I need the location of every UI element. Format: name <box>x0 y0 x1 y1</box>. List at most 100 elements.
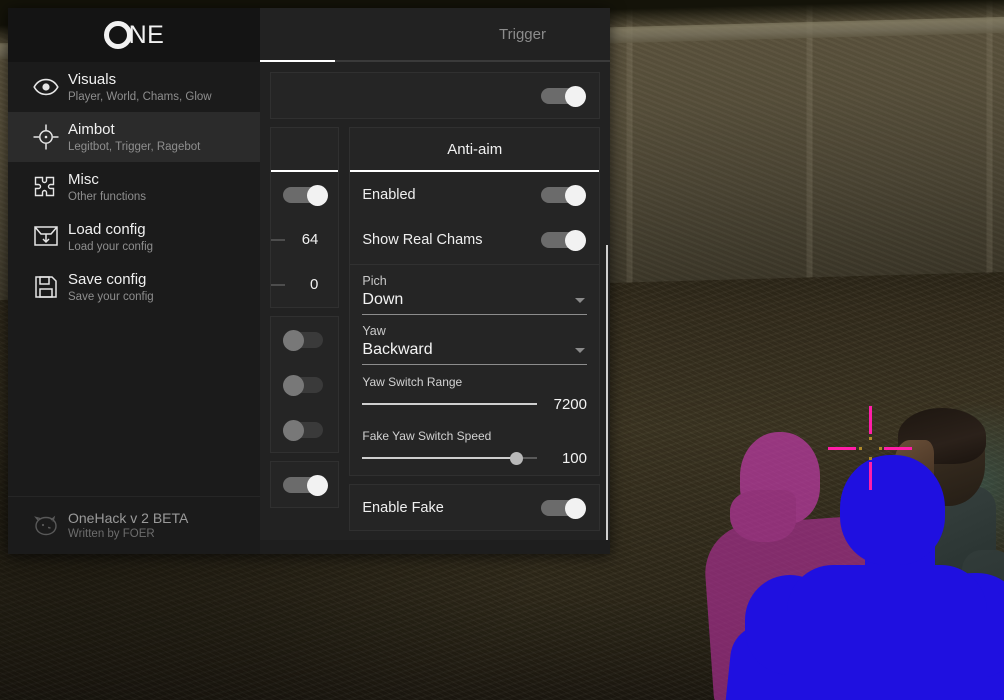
legitbot-row-2 <box>271 362 338 407</box>
legitbot-card: 64 0 <box>270 127 340 308</box>
fake-yaw-switch-speed-slider: Fake Yaw Switch Speed 100 <box>350 421 599 475</box>
legitbot-card-title <box>271 128 339 172</box>
yaw-switch-range-track[interactable] <box>362 394 537 414</box>
legitbot-slider-a[interactable] <box>271 238 285 241</box>
legitbot-slider-b[interactable] <box>271 283 285 286</box>
antiaim-enabled-toggle[interactable] <box>541 184 587 206</box>
sidebar-item-misc[interactable]: Misc Other functions <box>8 162 260 212</box>
antiaim-pitch-value-row[interactable]: Down <box>362 289 587 315</box>
sidebar-item-subtitle: Other functions <box>68 190 146 203</box>
antiaim-pitch-dropdown[interactable]: Pich Down <box>350 267 599 317</box>
antiaim-pitch-value: Down <box>362 291 404 308</box>
fake-yaw-switch-speed-value: 100 <box>561 449 587 467</box>
yaw-switch-range-label: Yaw Switch Range <box>362 375 463 389</box>
sidebar-item-title: Misc <box>68 170 99 188</box>
sidebar-item-title: Visuals <box>68 70 117 88</box>
doge-icon <box>24 514 68 538</box>
sidebar-item-save-config[interactable]: Save config Save your config <box>8 262 260 312</box>
sidebar-item-text: Visuals Player, World, Chams, Glow <box>68 71 212 104</box>
sidebar-item-aimbot[interactable]: Aimbot Legitbot, Trigger, Ragebot <box>8 112 260 162</box>
enable-fake-card: Enable Fake <box>349 484 600 531</box>
top-setting-toggle[interactable] <box>541 85 587 107</box>
antiaim-show-real-chams-row: Show Real Chams <box>350 217 599 262</box>
top-setting-row <box>271 73 599 118</box>
eye-icon <box>24 78 68 96</box>
brand-header: NE <box>8 8 260 62</box>
legitbot-toggle-3[interactable] <box>283 419 329 441</box>
antiaim-yaw-label: Yaw <box>362 324 386 338</box>
content-area: Trigger 64 0 Anti-aim Enabled Show Real … <box>260 8 610 554</box>
legitbot-value-a: 64 <box>301 231 319 248</box>
legitbot-value-row-a: 64 <box>271 217 338 262</box>
sidebar-item-subtitle: Save your config <box>68 290 154 303</box>
sidebar-item-text: Load config Load your config <box>68 221 153 254</box>
antiaim-card: Anti-aim Enabled Show Real Chams Pich Do… <box>349 127 600 476</box>
antiaim-enabled-label: Enabled <box>362 186 416 203</box>
antiaim-show-real-chams-toggle[interactable] <box>541 229 587 251</box>
sidebar-item-title: Aimbot <box>68 120 115 138</box>
sidebar-item-load-config[interactable]: Load config Load your config <box>8 212 260 262</box>
antiaim-pitch-label: Pich <box>362 274 387 288</box>
sidebar-item-subtitle: Legitbot, Trigger, Ragebot <box>68 140 201 153</box>
download-icon <box>24 225 68 249</box>
sidebar-item-title: Save config <box>68 270 147 288</box>
sidebar-item-text: Aimbot Legitbot, Trigger, Ragebot <box>68 121 200 154</box>
logo-ring-icon <box>103 21 132 49</box>
fake-yaw-switch-speed-label: Fake Yaw Switch Speed <box>362 429 492 443</box>
legitbot-toggle-2[interactable] <box>283 374 329 396</box>
sidebar-item-text: Save config Save your config <box>68 271 154 304</box>
antiaim-yaw-dropdown[interactable]: Yaw Backward <box>350 317 599 367</box>
brand-logo: NE <box>103 20 165 50</box>
settings-panes: 64 0 Anti-aim Enabled Show Real Chams Pi… <box>260 127 610 554</box>
legitbot-toggle-1[interactable] <box>283 329 329 351</box>
sidebar-item-text: Misc Other functions <box>68 171 146 204</box>
legitbot-toggle-row <box>271 172 338 217</box>
enable-fake-row: Enable Fake <box>350 485 599 530</box>
legitbot-row-1 <box>271 317 338 362</box>
crosshair-icon <box>24 124 68 150</box>
yaw-switch-range-value: 7200 <box>553 395 587 413</box>
legitbot-value-row-b: 0 <box>271 262 338 307</box>
legitbot-value-b: 0 <box>310 276 319 293</box>
sidebar-item-title: Load config <box>68 220 146 238</box>
fake-yaw-switch-speed-thumb[interactable] <box>510 452 524 465</box>
content-scrollbar[interactable] <box>606 245 608 554</box>
antiaim-column: Anti-aim Enabled Show Real Chams Pich Do… <box>349 127 600 554</box>
chevron-down-icon[interactable] <box>575 347 585 353</box>
sidebar: NE Visuals Player, World, Chams, Glow Ai… <box>8 8 260 554</box>
antiaim-yaw-value-row[interactable]: Backward <box>362 339 587 365</box>
fake-yaw-switch-speed-track[interactable] <box>362 448 537 468</box>
antiaim-show-real-chams-label: Show Real Chams <box>362 231 483 248</box>
menu-bottom-strip <box>260 540 610 554</box>
tab-active-underline <box>260 60 335 62</box>
antiaim-enabled-row: Enabled <box>350 172 599 217</box>
enable-fake-label: Enable Fake <box>362 499 444 516</box>
puzzle-icon <box>24 174 68 200</box>
antiaim-yaw-value: Backward <box>362 341 433 358</box>
sidebar-nav: Visuals Player, World, Chams, Glow Aimbo… <box>8 62 260 496</box>
sidebar-footer: OneHack v 2 BETA Written by FOER <box>8 496 260 554</box>
app-version-label: OneHack v 2 BETA <box>68 510 189 526</box>
floppy-icon <box>24 275 68 299</box>
antiaim-title: Anti-aim <box>350 128 599 172</box>
cheat-menu-window: NE Visuals Player, World, Chams, Glow Ai… <box>8 8 610 554</box>
divider <box>350 264 599 265</box>
tabbar: Trigger <box>260 8 610 62</box>
screen: NE Visuals Player, World, Chams, Glow Ai… <box>0 0 1004 700</box>
legitbot-card-3 <box>270 461 340 508</box>
enable-fake-toggle[interactable] <box>541 497 587 519</box>
legitbot-row-3 <box>271 407 338 452</box>
brand-title: NE <box>128 20 165 49</box>
sidebar-item-subtitle: Player, World, Chams, Glow <box>68 90 212 103</box>
legitbot-column: 64 0 <box>270 127 340 554</box>
top-setting-card <box>270 72 600 119</box>
legitbot-toggle-4[interactable] <box>283 474 329 496</box>
legitbot-enable-toggle[interactable] <box>283 184 329 206</box>
sidebar-item-subtitle: Load your config <box>68 240 154 253</box>
chevron-down-icon[interactable] <box>575 297 585 303</box>
tab-trigger[interactable]: Trigger <box>435 8 610 62</box>
legitbot-row-4 <box>271 462 338 507</box>
sidebar-item-visuals[interactable]: Visuals Player, World, Chams, Glow <box>8 62 260 112</box>
app-author-label: Written by FOER <box>68 528 155 540</box>
sidebar-footer-text: OneHack v 2 BETA Written by FOER <box>68 510 188 541</box>
